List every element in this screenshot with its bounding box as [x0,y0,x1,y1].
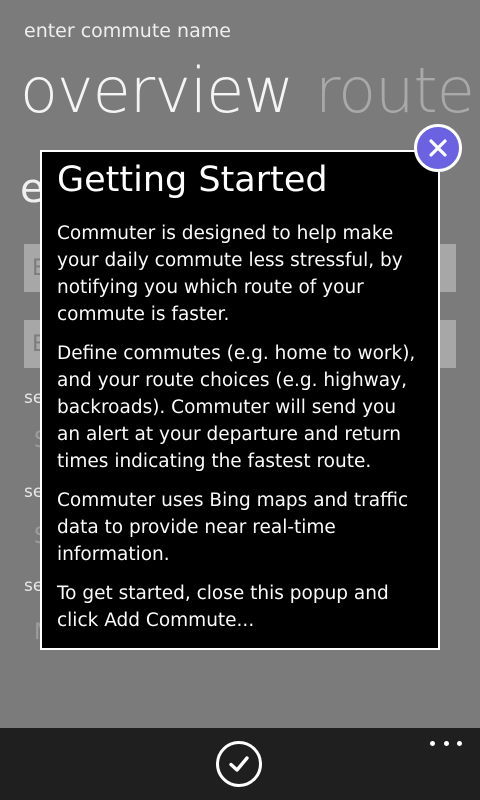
popup-title: Getting Started [57,160,328,200]
confirm-button[interactable] [216,741,262,787]
getting-started-popup: Getting Started Commuter is designed to … [40,150,440,650]
popup-paragraph: Commuter is designed to help make your d… [57,223,403,325]
more-options-button[interactable] [430,732,462,754]
pivot-item-route[interactable]: route [315,54,475,127]
check-icon [229,756,249,772]
ellipsis-icon [457,740,462,746]
pivot-item-overview[interactable]: overview [20,54,294,127]
pivot-header: overview route [20,54,475,127]
close-popup-button[interactable] [414,124,462,172]
page-subtitle: enter commute name [24,20,231,42]
ellipsis-icon [430,740,435,746]
close-icon [429,139,447,157]
popup-paragraph: To get started, close this popup and cli… [57,583,389,631]
popup-paragraph: Commuter uses Bing maps and traffic data… [57,490,409,565]
ellipsis-icon [443,740,449,746]
popup-paragraph: Define commutes (e.g. home to work), and… [57,343,416,472]
application-bar [0,728,480,800]
